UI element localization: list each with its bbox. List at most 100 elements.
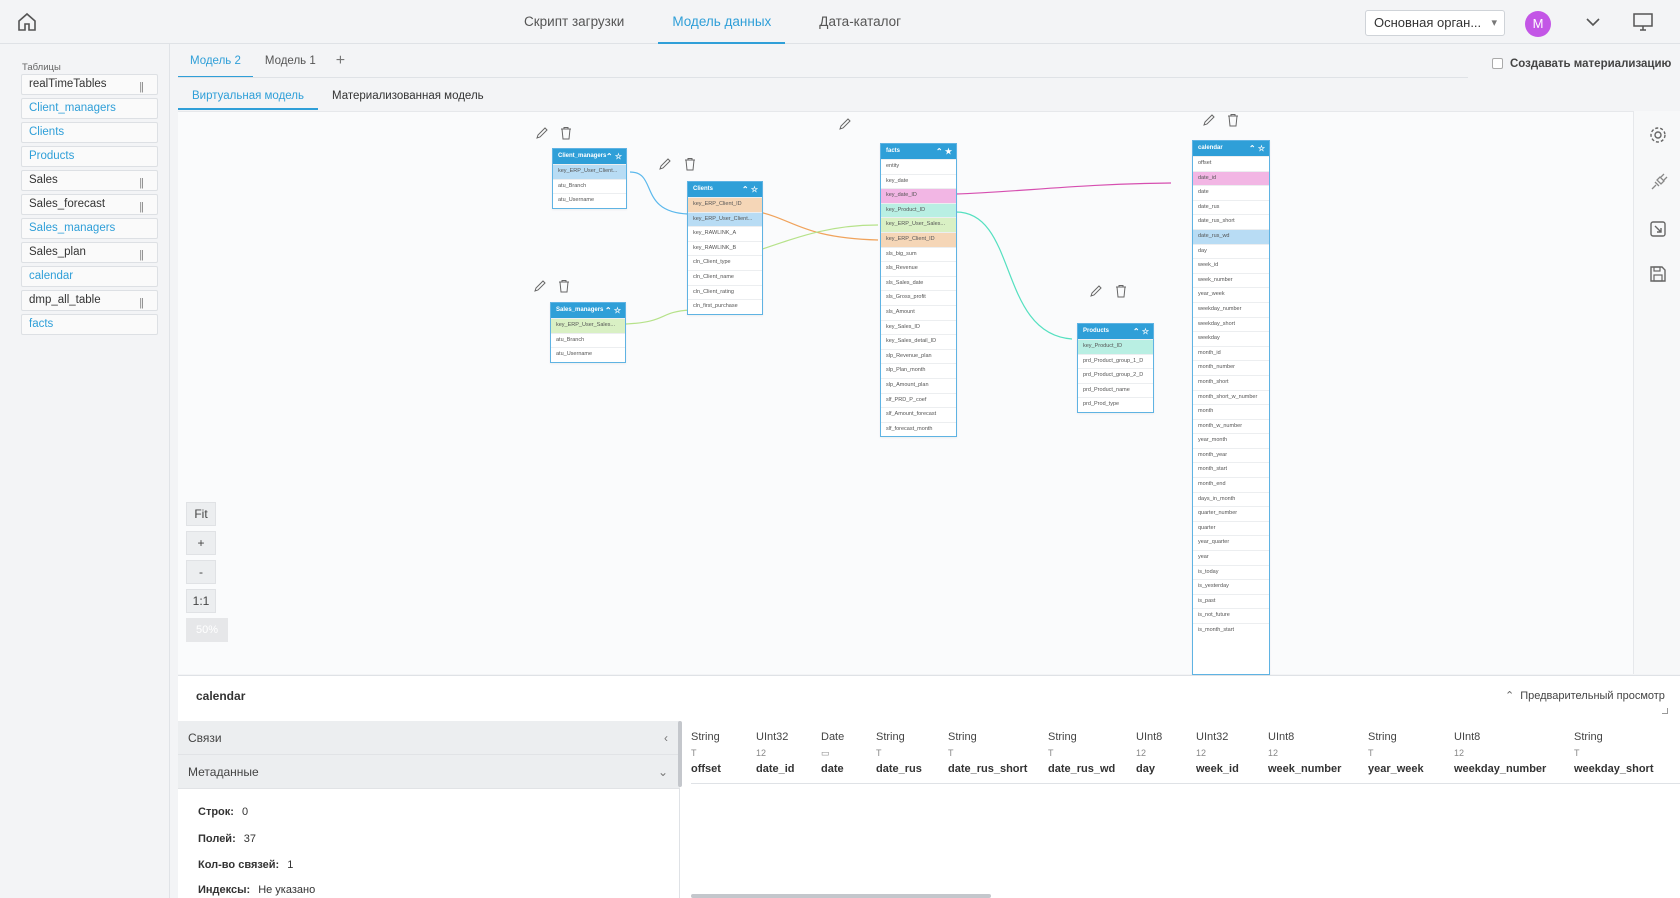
plug-icon[interactable]: [1648, 173, 1668, 193]
zoom-fit-button[interactable]: Fit: [186, 502, 216, 526]
nav-data-model[interactable]: Модель данных: [658, 0, 786, 44]
er-row[interactable]: cln_Client_rating: [688, 284, 762, 300]
zoom-in-button[interactable]: +: [186, 531, 216, 555]
er-row[interactable]: day: [1193, 243, 1269, 259]
er-row[interactable]: quarter: [1193, 520, 1269, 536]
er-row[interactable]: month_end: [1193, 477, 1269, 492]
er-row[interactable]: atu_Branch: [551, 332, 625, 348]
trash-icon[interactable]: [557, 279, 571, 293]
er-row[interactable]: quarter_number: [1193, 506, 1269, 521]
add-model-button[interactable]: +: [328, 44, 353, 78]
er-table-facts[interactable]: facts ⌃ ★ entity key_date key_date_ID key…: [880, 143, 957, 438]
er-row[interactable]: atu_Branch: [553, 178, 626, 194]
scrollbar[interactable]: [691, 894, 991, 898]
er-row[interactable]: prd_Prod_type: [1078, 397, 1153, 412]
sidebar-item-sales-plan[interactable]: Sales_plan ||: [21, 242, 158, 263]
nav-load-script[interactable]: Скрипт загрузки: [510, 0, 638, 44]
zoom-out-button[interactable]: -: [186, 560, 216, 584]
organization-select[interactable]: Основная орган... ▾: [1365, 10, 1505, 36]
er-row[interactable]: slp_Revenue_plan: [881, 348, 956, 364]
er-row[interactable]: key_ERP_User_Client...: [553, 164, 626, 179]
er-row[interactable]: is_yesterday: [1193, 579, 1269, 594]
sidebar-item-client-managers[interactable]: Client_managers: [21, 98, 158, 119]
er-row[interactable]: year_week: [1193, 287, 1269, 302]
er-row[interactable]: sls_big_sum: [881, 246, 956, 262]
er-row[interactable]: sls_Amount: [881, 304, 956, 320]
gear-icon[interactable]: [1648, 125, 1668, 145]
er-table-calendar[interactable]: calendar ⌃ ☆ offset date_id date date_rus…: [1192, 140, 1270, 675]
er-row[interactable]: key_ERP_Client_ID: [881, 231, 956, 247]
nav-data-catalog[interactable]: Дата-каталог: [805, 0, 915, 44]
sidebar-item-dmp-all-table[interactable]: dmp_all_table ||: [21, 290, 158, 311]
edit-icon[interactable]: [838, 117, 852, 131]
avatar[interactable]: M: [1525, 11, 1551, 37]
er-row[interactable]: year_month: [1193, 433, 1269, 448]
edit-icon[interactable]: [533, 279, 547, 293]
sidebar-item-realtimetables[interactable]: realTimeTables ||: [21, 74, 158, 95]
sidebar-item-sales-managers[interactable]: Sales_managers: [21, 218, 158, 239]
section-links[interactable]: Связи ‹: [178, 721, 680, 755]
er-row[interactable]: month_start: [1193, 462, 1269, 477]
er-row[interactable]: sls_Sales_date: [881, 275, 956, 291]
tab-materialized-model[interactable]: Материализованная модель: [318, 84, 498, 110]
er-row[interactable]: slf_Amount_forecast: [881, 407, 956, 422]
er-row[interactable]: cln_Client_type: [688, 255, 762, 270]
er-row[interactable]: key_date_ID: [881, 188, 956, 203]
er-row[interactable]: prd_Product_group_1_D: [1078, 353, 1153, 369]
section-metadata[interactable]: Метаданные ⌄: [178, 755, 680, 789]
er-row[interactable]: key_RAWLINK_B: [688, 240, 762, 256]
sidebar-item-sales[interactable]: Sales ||: [21, 170, 158, 191]
zoom-reset-button[interactable]: 1:1: [186, 589, 216, 613]
drag-handle-icon[interactable]: ||: [139, 78, 144, 97]
drag-handle-icon[interactable]: ||: [139, 246, 144, 265]
er-row[interactable]: is_today: [1193, 564, 1269, 580]
er-row[interactable]: atu_Username: [553, 193, 626, 208]
er-row[interactable]: week_number: [1193, 272, 1269, 288]
star-icon[interactable]: ⌃ ★: [936, 144, 952, 159]
er-row[interactable]: date_rus: [1193, 199, 1269, 215]
er-row[interactable]: is_month_start: [1193, 623, 1269, 638]
chevron-down-icon[interactable]: [1584, 13, 1602, 31]
er-row[interactable]: date_rus_short: [1193, 214, 1269, 229]
er-row[interactable]: sls_Gross_profit: [881, 290, 956, 305]
star-icon[interactable]: ⌃ ☆: [1249, 141, 1265, 156]
er-table-products[interactable]: Products ⌃ ☆ key_Product_ID prd_Product_g…: [1077, 323, 1154, 413]
er-row[interactable]: cln_first_purchase: [688, 299, 762, 314]
er-row[interactable]: weekday_short: [1193, 316, 1269, 332]
er-row[interactable]: weekday_number: [1193, 301, 1269, 317]
trash-icon[interactable]: [1114, 284, 1128, 298]
star-icon[interactable]: ⌃ ☆: [606, 149, 622, 164]
er-row[interactable]: is_past: [1193, 593, 1269, 609]
save-icon[interactable]: [1648, 264, 1668, 284]
tab-virtual-model[interactable]: Виртуальная модель: [178, 84, 318, 110]
er-row[interactable]: slp_Plan_month: [881, 363, 956, 378]
er-row[interactable]: prd_Product_group_2_D: [1078, 368, 1153, 383]
sidebar-item-facts[interactable]: facts: [21, 314, 158, 335]
drag-handle-icon[interactable]: ||: [139, 198, 144, 217]
sidebar-item-calendar[interactable]: calendar: [21, 266, 158, 287]
er-row[interactable]: key_Sales_ID: [881, 319, 956, 335]
er-row[interactable]: year_quarter: [1193, 535, 1269, 550]
er-row[interactable]: key_RAWLINK_A: [688, 226, 762, 241]
er-row[interactable]: date_id: [1193, 170, 1269, 186]
er-row[interactable]: key_date: [881, 173, 956, 189]
drag-handle-icon[interactable]: ||: [139, 294, 144, 313]
er-row[interactable]: month_w_number: [1193, 418, 1269, 434]
er-row[interactable]: date_rus_wd: [1193, 228, 1269, 244]
trash-icon[interactable]: [1226, 113, 1240, 127]
er-row[interactable]: is_not_future: [1193, 608, 1269, 623]
er-row[interactable]: slf_forecast_month: [881, 421, 956, 437]
drag-handle-icon[interactable]: ||: [139, 174, 144, 193]
scrollbar[interactable]: [678, 721, 682, 787]
er-row[interactable]: slp_Amount_plan: [881, 377, 956, 393]
er-row[interactable]: sls_Revenue: [881, 261, 956, 276]
er-row[interactable]: cln_Client_name: [688, 269, 762, 285]
er-row[interactable]: key_ERP_User_Sales...: [551, 318, 625, 333]
star-icon[interactable]: ⌃ ☆: [1133, 324, 1149, 339]
er-row[interactable]: slf_PRD_P_coef: [881, 392, 956, 408]
er-row[interactable]: key_Product_ID: [881, 202, 956, 218]
er-row[interactable]: month_short_w_number: [1193, 389, 1269, 405]
er-row[interactable]: weekday: [1193, 331, 1269, 346]
tab-model-2[interactable]: Модель 2: [178, 44, 253, 78]
home-icon[interactable]: [16, 12, 38, 32]
